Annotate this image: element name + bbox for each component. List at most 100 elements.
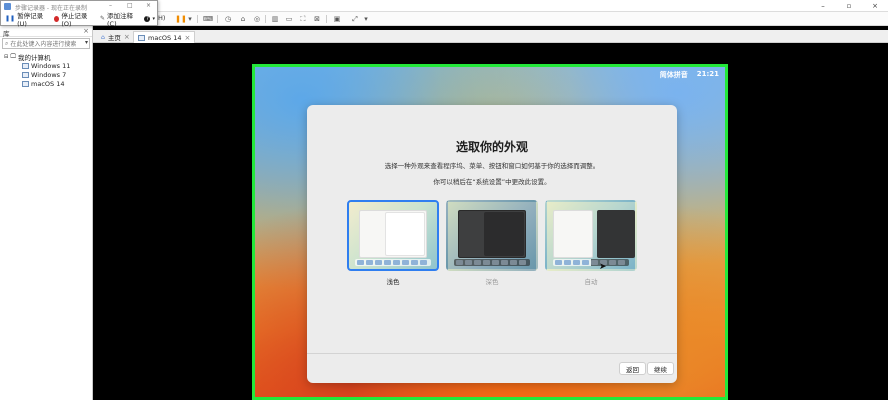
pause-record-button[interactable]: ❚❚ 暂停记录(U) xyxy=(3,12,49,28)
toolbar-separator xyxy=(197,15,198,23)
dialog-divider xyxy=(307,353,677,354)
pause-icon: ❚❚ xyxy=(5,15,16,22)
dark-thumbnail xyxy=(446,200,538,271)
vm-icon xyxy=(22,62,29,69)
thumbnail-view-icon[interactable]: ▭ xyxy=(284,14,294,24)
computer-icon: 🖵 xyxy=(10,52,16,60)
vm-icon xyxy=(22,80,29,87)
chevron-down-icon: ▾ xyxy=(152,15,155,22)
recorder-app-icon xyxy=(4,3,11,10)
light-thumbnail xyxy=(347,200,439,271)
unity-icon[interactable]: ⊠ xyxy=(312,14,322,24)
guest-menubar: 简体拼音 21:21 xyxy=(660,70,719,80)
console-view-icon[interactable]: ▣ xyxy=(332,14,342,24)
close-icon[interactable]: × xyxy=(83,27,89,35)
revert-snapshot-icon[interactable]: ⌂ xyxy=(238,14,248,24)
stop-record-button[interactable]: 停止记录(O) xyxy=(52,12,95,28)
stretch-icon[interactable]: ⤢ xyxy=(350,14,360,24)
guest-screen[interactable]: 简体拼音 21:21 选取你的外观 选择一种外观来查看程序坞、菜单、按钮和窗口如… xyxy=(252,64,728,400)
library-panel: 库 × ⌕ 在此处键入内容进行搜索 ▾ ⊟ 🖵 我的计算机 Windows 11… xyxy=(0,26,93,400)
option-label: 深色 xyxy=(485,278,499,286)
collapse-icon[interactable]: ⊟ xyxy=(4,54,8,60)
toolbar-separator xyxy=(326,15,327,23)
send-keys-icon[interactable]: ⌨ xyxy=(203,14,213,24)
back-button[interactable]: 返回 xyxy=(619,362,646,375)
library-view-icon[interactable]: ▥ xyxy=(270,14,280,24)
snapshot-manager-icon[interactable]: ◎ xyxy=(252,14,262,24)
stop-record-label: 停止记录(O) xyxy=(61,11,88,28)
chevron-down-icon[interactable]: ▾ xyxy=(85,39,88,46)
recorder-restore-button[interactable]: □ xyxy=(127,2,133,9)
toolbar-separator xyxy=(217,15,218,23)
tree-item-label: Windows 11 xyxy=(31,61,71,70)
host-window-controls: – ▫ × xyxy=(810,0,888,12)
tab-macos-14[interactable]: macOS 14 × xyxy=(133,31,196,43)
home-icon: ⌂ xyxy=(101,33,105,41)
library-title: 库 xyxy=(3,30,10,38)
tree-item-vm[interactable]: Windows 11 xyxy=(0,61,92,70)
toolbar-separator xyxy=(265,15,266,23)
tree-item-my-computer[interactable]: ⊟ 🖵 我的计算机 xyxy=(0,52,92,62)
library-search-input[interactable]: ⌕ 在此处键入内容进行搜索 ▾ xyxy=(2,38,90,49)
comment-icon: ✎ xyxy=(99,15,106,22)
pause-record-label: 暂停记录(U) xyxy=(17,11,44,28)
thumb-window-light xyxy=(553,210,593,258)
dialog-note: 你可以稍后在“系统设置”中更改此设置。 xyxy=(433,178,551,186)
thumb-window-dark xyxy=(597,210,635,258)
close-icon[interactable]: × xyxy=(124,33,130,41)
dropdown-icon[interactable]: ▾ xyxy=(361,14,371,24)
appearance-option-light[interactable]: 浅色 xyxy=(347,200,439,286)
add-comment-label: 添加注释(C) xyxy=(107,11,134,28)
tab-label: 主页 xyxy=(107,34,121,42)
vm-icon xyxy=(138,34,145,41)
tab-label: macOS 14 xyxy=(148,33,182,42)
recorder-buttons: ❚❚ 暂停记录(U) 停止记录(O) ✎ 添加注释(C) ? ▾ xyxy=(1,12,157,28)
tab-home[interactable]: ⌂ 主页 × xyxy=(97,31,134,43)
snapshot-icon[interactable]: ◷ xyxy=(223,14,233,24)
steps-recorder-window: 步骤记录器 - 现在正在录制 – □ × ❚❚ 暂停记录(U) 停止记录(O) … xyxy=(0,0,158,28)
thumb-window-front xyxy=(385,212,425,256)
help-button[interactable]: ? ▾ xyxy=(142,13,157,24)
add-comment-button[interactable]: ✎ 添加注释(C) xyxy=(98,12,140,28)
search-icon: ⌕ xyxy=(5,39,9,47)
menubar-clock: 21:21 xyxy=(696,70,719,78)
input-method-indicator[interactable]: 简体拼音 xyxy=(660,70,688,80)
search-placeholder: 在此处键入内容进行搜索 xyxy=(10,41,77,48)
appearance-setup-dialog: 选取你的外观 选择一种外观来查看程序坞、菜单、按钮和窗口如何基于你的选择而调整。… xyxy=(307,105,677,383)
host-close-button[interactable]: × xyxy=(862,0,888,12)
recorder-minimize-button[interactable]: – xyxy=(109,2,112,9)
tab-bar: ⌂ 主页 × macOS 14 × xyxy=(93,30,888,43)
tree-item-vm[interactable]: Windows 7 xyxy=(0,70,92,79)
dialog-description: 选择一种外观来查看程序坞、菜单、按钮和窗口如何基于你的选择而调整。 xyxy=(384,162,600,170)
library-header: 库 × xyxy=(0,26,92,38)
tree-item-label: macOS 14 xyxy=(31,79,65,88)
thumb-dock xyxy=(355,259,431,266)
recorder-close-button[interactable]: × xyxy=(146,2,151,9)
auto-thumbnail: ➤ xyxy=(545,200,637,271)
thumb-dock xyxy=(454,259,530,266)
tree-item-vm[interactable]: macOS 14 xyxy=(0,79,92,88)
option-label: 自动 xyxy=(584,278,598,286)
help-icon: ? xyxy=(144,15,151,22)
dialog-title: 选取你的外观 xyxy=(455,140,528,154)
host-maximize-button[interactable]: ▫ xyxy=(836,0,862,12)
library-tree: ⊟ 🖵 我的计算机 Windows 11 Windows 7 macOS 14 xyxy=(0,50,92,88)
recorder-titlebar: 步骤记录器 - 现在正在录制 – □ × xyxy=(1,1,157,12)
appearance-options: 浅色 深色 ➤ 自动 xyxy=(347,200,637,286)
mouse-cursor-icon: ➤ xyxy=(599,262,607,271)
fullscreen-icon[interactable]: ⛶ xyxy=(298,14,308,24)
dropdown-icon[interactable]: ▾ xyxy=(185,14,195,24)
recorder-title: 步骤记录器 - 现在正在录制 xyxy=(15,5,87,12)
appearance-option-auto[interactable]: ➤ 自动 xyxy=(545,200,637,286)
appearance-option-dark[interactable]: 深色 xyxy=(446,200,538,286)
vm-icon xyxy=(22,71,29,78)
thumb-dock xyxy=(553,259,629,266)
host-menu-fragment: H) xyxy=(158,14,166,22)
stop-icon xyxy=(54,15,60,22)
continue-button[interactable]: 继续 xyxy=(647,362,674,375)
close-icon[interactable]: × xyxy=(184,34,190,42)
tree-item-label: 我的计算机 xyxy=(18,53,51,62)
host-minimize-button[interactable]: – xyxy=(810,0,836,12)
thumb-window-front xyxy=(484,212,524,256)
tree-item-label: Windows 7 xyxy=(31,70,67,79)
